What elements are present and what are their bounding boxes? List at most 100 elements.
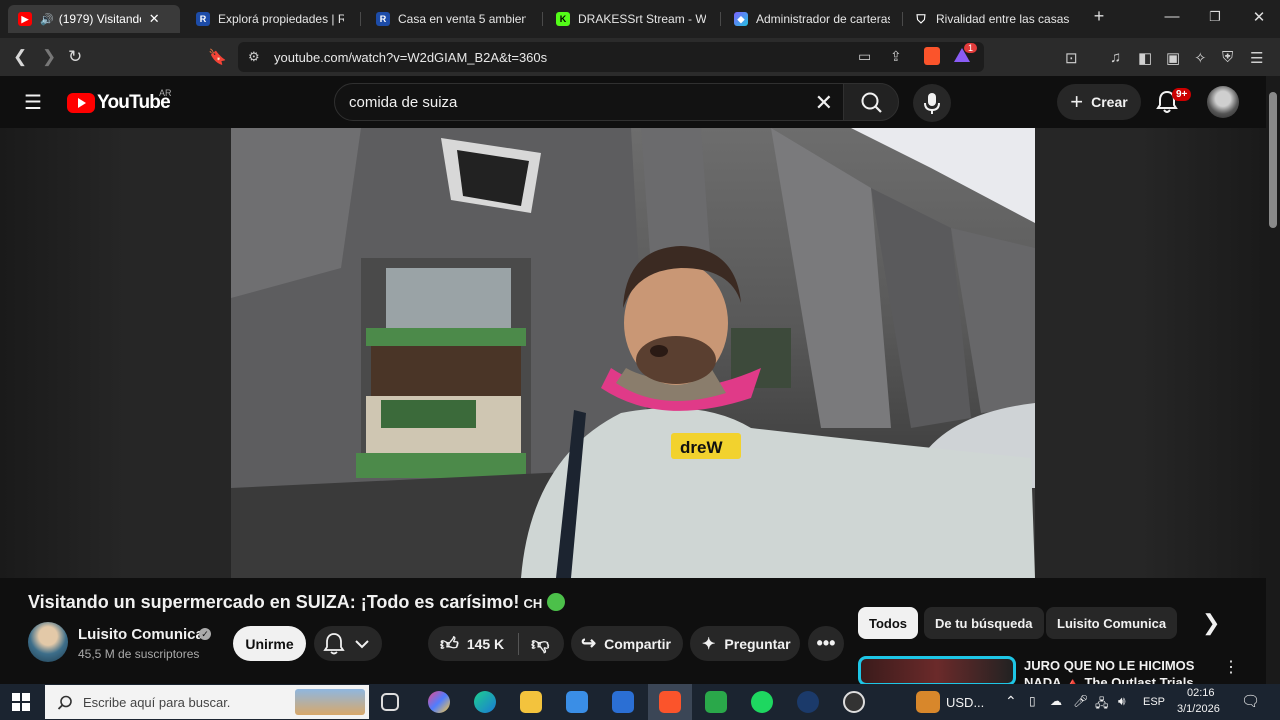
taskbar-date[interactable]: 3/1/2026: [1177, 703, 1220, 715]
tray-volume-icon[interactable]: 🔊︎: [1118, 694, 1126, 709]
address-bar[interactable]: ⚙ youtube.com/watch?v=W2dGIAM_B2A&t=360s…: [238, 42, 984, 72]
recommended-thumbnail[interactable]: [858, 656, 1016, 686]
ask-button[interactable]: ✦ Preguntar: [690, 626, 800, 661]
outlook-icon[interactable]: [612, 691, 634, 713]
youtube-logo[interactable]: YouTube AR: [67, 88, 172, 114]
currency-ticker[interactable]: USD...: [946, 695, 984, 710]
tab-search-icon[interactable]: ⊡: [1065, 49, 1078, 67]
stocks-app-icon[interactable]: [705, 691, 727, 713]
site-settings-icon[interactable]: ⚙: [248, 49, 260, 65]
channel-avatar[interactable]: [28, 622, 68, 662]
tray-network-icon[interactable]: 🖧: [1095, 694, 1108, 715]
url-text[interactable]: youtube.com/watch?v=W2dGIAM_B2A&t=360s: [274, 50, 547, 65]
share-button[interactable]: ↪ Compartir: [571, 626, 683, 661]
country-code: AR: [159, 88, 172, 98]
more-actions-button[interactable]: •••: [808, 626, 844, 661]
create-button[interactable]: + Crear: [1057, 84, 1141, 120]
menu-icon[interactable]: ☰: [1250, 49, 1263, 67]
chip-luisito-comunica[interactable]: Luisito Comunica: [1046, 607, 1178, 639]
currency-widget-icon[interactable]: [916, 691, 940, 713]
bookmark-icon[interactable]: 🔖: [208, 48, 227, 66]
remax-icon: R: [376, 12, 390, 26]
tab-rivalidad[interactable]: ⛉ Rivalidad entre las casas de: [904, 5, 1082, 33]
chip-de-tu-busqueda[interactable]: De tu búsqueda: [924, 607, 1044, 639]
clock-app-icon[interactable]: [843, 691, 865, 713]
recommended-title[interactable]: JURO QUE NO LE HICIMOS NADA 🔺 The Outlas…: [1024, 657, 1204, 685]
search-input[interactable]: comida de suiza ✕: [334, 83, 844, 121]
brave-icon[interactable]: [659, 691, 681, 713]
tray-mic-icon[interactable]: 🎤︎: [1073, 694, 1088, 708]
join-button[interactable]: Unirme: [233, 626, 306, 661]
tab-remax-explore[interactable]: R Explorá propiedades | RE/M: [186, 5, 354, 33]
steam-icon[interactable]: [797, 691, 819, 713]
chip-todos[interactable]: Todos: [858, 607, 919, 639]
hamburger-menu-icon[interactable]: ☰: [24, 90, 42, 115]
share-page-icon[interactable]: ⇪: [890, 48, 902, 65]
tab-youtube[interactable]: ▶ 🔊 (1979) Visitando un ✕: [8, 5, 180, 33]
browser-tab-bar: ▶ 🔊 (1979) Visitando un ✕ R Explorá prop…: [0, 0, 1280, 38]
money-face-emoji-icon: [547, 593, 566, 611]
taskbar-time[interactable]: 02:16: [1187, 687, 1215, 699]
tab-kick-stream[interactable]: K DRAKESSrt Stream - Watch: [546, 5, 716, 33]
account-avatar[interactable]: [1207, 86, 1239, 118]
taskbar-search-input[interactable]: Escribe aquí para buscar.: [45, 685, 369, 719]
vpn-shield-icon[interactable]: ⛨: [1222, 49, 1233, 66]
like-divider: [518, 632, 520, 655]
leo-ai-icon[interactable]: ✧: [1194, 49, 1207, 67]
minimize-button[interactable]: —: [1157, 8, 1187, 25]
forward-icon[interactable]: ❯: [42, 47, 56, 67]
maximize-button[interactable]: ❐: [1200, 9, 1230, 25]
close-tab-icon[interactable]: ✕: [149, 11, 160, 27]
notification-center-icon[interactable]: 🗨︎: [1241, 692, 1260, 710]
sparkle-icon: ✦: [702, 635, 716, 653]
video-frame: dreW: [231, 128, 1035, 578]
like-icon[interactable]: 👍︎: [440, 633, 459, 655]
back-icon[interactable]: ❮: [13, 47, 27, 67]
plus-icon: +: [1070, 89, 1084, 114]
clear-search-icon[interactable]: ✕: [815, 90, 833, 116]
copilot-icon[interactable]: [428, 691, 450, 713]
recommended-more-icon[interactable]: ⋮: [1223, 657, 1239, 677]
tab-divider: [360, 12, 361, 26]
video-player[interactable]: dreW: [231, 128, 1035, 578]
sidebar-icon[interactable]: ◧: [1138, 49, 1152, 67]
tab-divider: [542, 12, 543, 26]
wallet-icon[interactable]: ▣: [1166, 49, 1180, 67]
channel-name[interactable]: Luisito Comunica: [78, 626, 204, 643]
search-icon: [861, 92, 882, 113]
subscription-notifications-button[interactable]: [314, 626, 382, 661]
tab-divider: [902, 12, 903, 26]
new-tab-button[interactable]: +: [1084, 6, 1114, 27]
dislike-icon[interactable]: 👎︎: [531, 633, 549, 655]
notification-badge: 9+: [1172, 88, 1192, 101]
like-count[interactable]: 145 K: [467, 636, 504, 652]
search-highlight-image: [295, 689, 365, 715]
search-button[interactable]: [843, 83, 899, 121]
windows-start-icon[interactable]: [12, 693, 30, 711]
tab-portfolio[interactable]: ◆ Administrador de carteras: [724, 5, 900, 33]
microsoft-store-icon[interactable]: [566, 691, 588, 713]
search-query[interactable]: comida de suiza: [349, 94, 457, 111]
youtube-play-icon: [67, 93, 95, 113]
reload-icon[interactable]: ↻: [68, 47, 82, 67]
search-icon: [57, 695, 72, 710]
tray-cloud-icon[interactable]: ☁: [1050, 694, 1062, 708]
chips-next-chevron-icon[interactable]: ❯: [1202, 610, 1220, 636]
cast-icon[interactable]: ▭: [858, 48, 871, 65]
task-view-icon[interactable]: [381, 693, 399, 711]
rewards-badge: 1: [964, 43, 978, 53]
edge-icon[interactable]: [474, 691, 496, 713]
file-explorer-icon[interactable]: [520, 691, 542, 713]
media-icon[interactable]: ♫: [1110, 49, 1121, 66]
voice-search-button[interactable]: [913, 84, 951, 122]
tray-phone-icon[interactable]: ▯: [1029, 694, 1036, 708]
spotify-icon[interactable]: [751, 691, 773, 713]
scrollbar-thumb[interactable]: [1269, 92, 1277, 228]
input-language[interactable]: ESP: [1143, 696, 1165, 708]
tray-chevron-icon[interactable]: ⌃: [1005, 693, 1017, 710]
tab-remax-casa[interactable]: R Casa en venta 5 ambientes: [366, 5, 536, 33]
brave-shields-icon[interactable]: [924, 47, 940, 65]
close-window-button[interactable]: ✕: [1244, 8, 1274, 26]
share-icon: ↪: [581, 633, 597, 653]
shield-icon: ⛉: [916, 11, 926, 26]
